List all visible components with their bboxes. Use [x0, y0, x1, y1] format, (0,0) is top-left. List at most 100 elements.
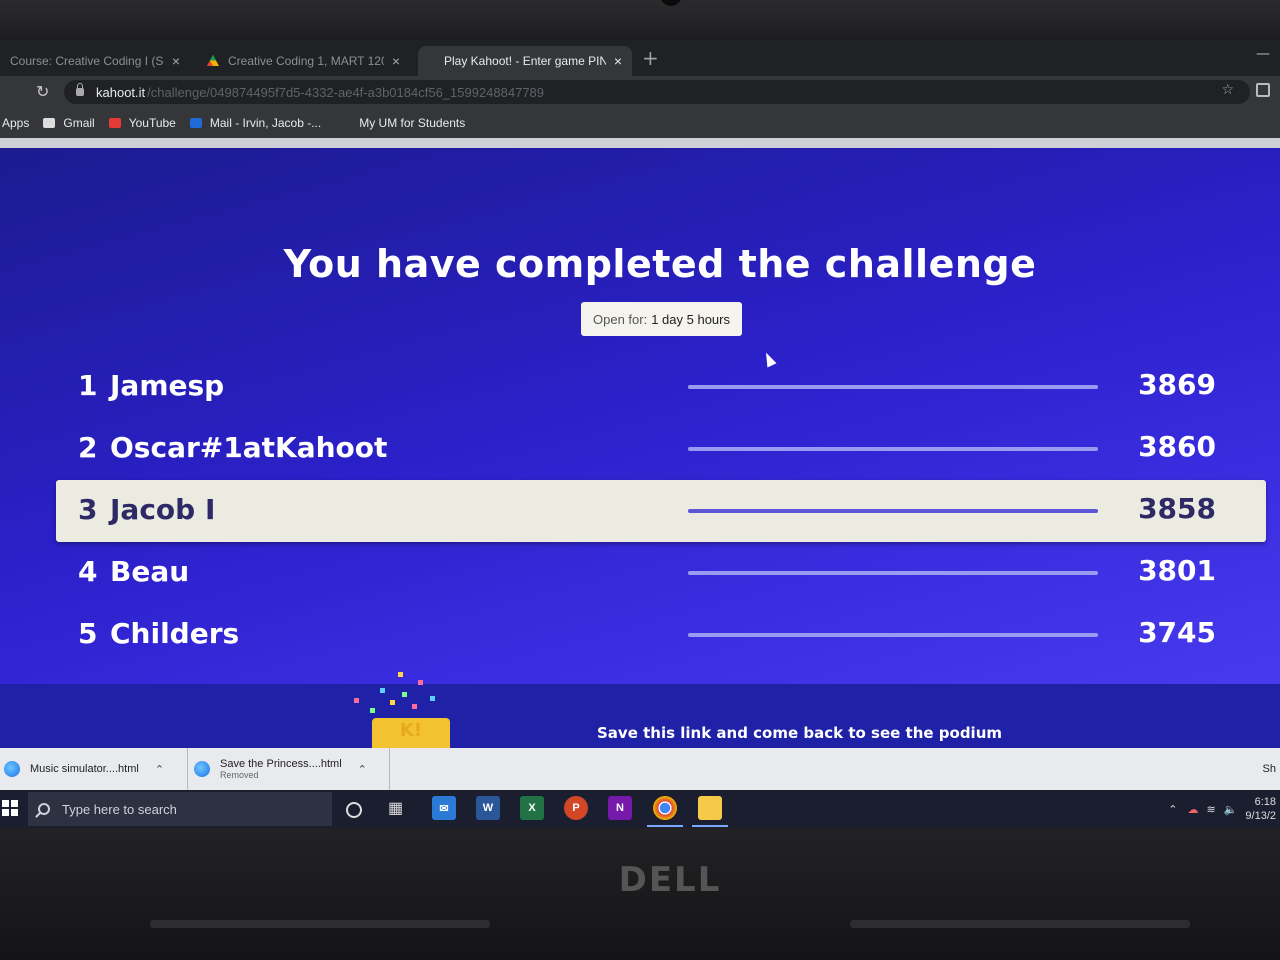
- edge-file-icon: [4, 761, 20, 777]
- hinge: [150, 920, 490, 928]
- leaderboard-row: 1 Jamesp 3869: [56, 356, 1266, 418]
- score: 3858: [1138, 492, 1216, 525]
- volume-icon[interactable]: 🔈: [1224, 803, 1238, 816]
- leaderboard-row: 4 Beau 3801: [56, 542, 1266, 604]
- chevron-up-icon[interactable]: ⌃: [358, 763, 367, 776]
- score-bar: [688, 385, 1098, 389]
- score-bar: [688, 571, 1098, 575]
- close-icon[interactable]: ×: [392, 53, 400, 69]
- trophy-icon: K!: [372, 718, 450, 748]
- bookmark-youtube[interactable]: YouTube: [108, 116, 176, 130]
- gmail-icon: [43, 118, 56, 128]
- leaderboard-row: 2 Oscar#1atKahoot 3860: [56, 418, 1266, 480]
- new-tab-button[interactable]: +: [642, 48, 659, 68]
- screen: Course: Creative Coding I (Sect × Creati…: [0, 40, 1280, 828]
- url-path: /challenge/049874495f7d5-4332-ae4f-a3b01…: [147, 84, 545, 100]
- close-icon[interactable]: ×: [172, 53, 180, 69]
- word-icon[interactable]: W: [476, 796, 500, 820]
- clock[interactable]: 6:18 9/13/2: [1245, 795, 1276, 823]
- score-bar-fill: [688, 633, 1098, 637]
- download-item[interactable]: Save the Princess....html Removed ⌃: [190, 748, 390, 790]
- score: 3860: [1138, 430, 1216, 463]
- tab-title: Course: Creative Coding I (Sect: [10, 54, 164, 68]
- hinge: [850, 920, 1190, 928]
- page-top-strip: [0, 138, 1280, 148]
- player-name: Jacob I: [110, 493, 216, 526]
- tab-play-kahoot[interactable]: Play Kahoot! - Enter game PIN ×: [418, 46, 632, 76]
- tab-creative-coding-mart[interactable]: Creative Coding 1, MART 120 | ×: [196, 46, 410, 76]
- bookmark-label: Apps: [2, 116, 30, 130]
- windows-taskbar: Type here to search ▦ ✉ W X P N ⌃ ☁ ≋ 🔈 …: [0, 790, 1280, 828]
- bookmark-star-icon[interactable]: ☆: [1221, 82, 1234, 98]
- player-name: Oscar#1atKahoot: [110, 431, 388, 464]
- score-bar-fill: [688, 571, 1098, 575]
- score-bar: [688, 509, 1098, 513]
- close-icon[interactable]: ×: [614, 53, 622, 69]
- dell-logo: DELL: [618, 860, 722, 900]
- reload-icon[interactable]: ↻: [36, 82, 49, 101]
- cortana-icon[interactable]: [346, 802, 362, 818]
- downloads-bar: Music simulator....html ⌃ Save the Princ…: [0, 748, 1280, 790]
- bookmark-label: YouTube: [128, 116, 176, 130]
- chrome-icon[interactable]: [647, 796, 683, 827]
- open-for-label: Open for:: [593, 311, 648, 327]
- tab-course-creative-coding[interactable]: Course: Creative Coding I (Sect ×: [0, 46, 190, 76]
- leaderboard-row-current-player: 3 Jacob I 3858: [56, 480, 1266, 542]
- download-filename: Music simulator....html: [30, 763, 139, 775]
- trophy-logo: K!: [399, 720, 423, 741]
- rank: 4: [78, 555, 98, 588]
- show-all-button[interactable]: Sh: [1259, 748, 1280, 790]
- youtube-icon: [108, 118, 121, 128]
- bookmark-apps[interactable]: Apps: [2, 116, 29, 130]
- open-for-value: 1 day 5 hours: [651, 311, 730, 327]
- rank: 5: [78, 617, 98, 650]
- browser-toolbar: ↻ kahoot.it /challenge/049874495f7d5-433…: [0, 76, 1280, 108]
- player-name: Jamesp: [110, 369, 225, 402]
- rank: 3: [78, 493, 98, 526]
- taskbar-search-input[interactable]: Type here to search: [28, 792, 332, 826]
- bookmark-mail[interactable]: Mail - Irvin, Jacob -...: [189, 116, 322, 130]
- player-name: Beau: [110, 555, 190, 588]
- windows-start-icon[interactable]: [2, 800, 18, 816]
- bookmark-gmail[interactable]: Gmail: [43, 116, 95, 130]
- chevron-up-icon[interactable]: ⌃: [1168, 803, 1177, 816]
- address-bar[interactable]: kahoot.it /challenge/049874495f7d5-4332-…: [64, 80, 1250, 104]
- onedrive-icon[interactable]: ☁: [1187, 803, 1198, 816]
- bookmark-label: My UM for Students: [359, 116, 466, 130]
- score-bar-fill: [688, 385, 1098, 389]
- webcam: [660, 0, 682, 6]
- minimize-icon[interactable]: —: [1256, 46, 1270, 62]
- player-name: Childers: [110, 617, 240, 650]
- rank: 2: [78, 431, 98, 464]
- lock-icon: [76, 83, 84, 96]
- task-view-icon[interactable]: ▦: [388, 798, 412, 822]
- browser-tab-strip: Course: Creative Coding I (Sect × Creati…: [0, 40, 1280, 76]
- download-item[interactable]: Music simulator....html ⌃: [0, 748, 188, 790]
- clock-time: 6:18: [1254, 796, 1276, 808]
- page-title: You have completed the challenge: [283, 242, 1037, 286]
- excel-icon[interactable]: X: [520, 796, 544, 820]
- tab-title: Play Kahoot! - Enter game PIN: [444, 54, 606, 68]
- search-icon: [38, 803, 50, 815]
- onenote-icon[interactable]: N: [608, 796, 632, 820]
- extension-icon[interactable]: [1256, 83, 1270, 97]
- laptop-bezel-bottom: DELL: [0, 828, 1280, 960]
- laptop-bezel-top: [0, 0, 1280, 42]
- kahoot-page: You have completed the challenge Open fo…: [0, 138, 1280, 748]
- tab-title: Creative Coding 1, MART 120 |: [228, 54, 384, 68]
- score-bar-fill: [688, 447, 1098, 451]
- score-bar: [688, 447, 1098, 451]
- bookmark-my-um[interactable]: My UM for Students: [359, 116, 465, 130]
- score-bar: [688, 633, 1098, 637]
- google-drive-icon: [206, 54, 220, 68]
- powerpoint-icon[interactable]: P: [564, 796, 588, 820]
- edge-file-icon: [194, 761, 210, 777]
- bookmark-label: Mail - Irvin, Jacob -...: [209, 116, 322, 130]
- rank: 1: [78, 369, 98, 402]
- mail-icon[interactable]: ✉: [432, 796, 456, 820]
- file-explorer-icon[interactable]: [692, 796, 728, 827]
- system-tray: ⌃ ☁ ≋ 🔈 6:18 9/13/2: [1168, 790, 1280, 828]
- score: 3745: [1138, 616, 1216, 649]
- wifi-icon[interactable]: ≋: [1206, 803, 1215, 816]
- chevron-up-icon[interactable]: ⌃: [155, 763, 164, 776]
